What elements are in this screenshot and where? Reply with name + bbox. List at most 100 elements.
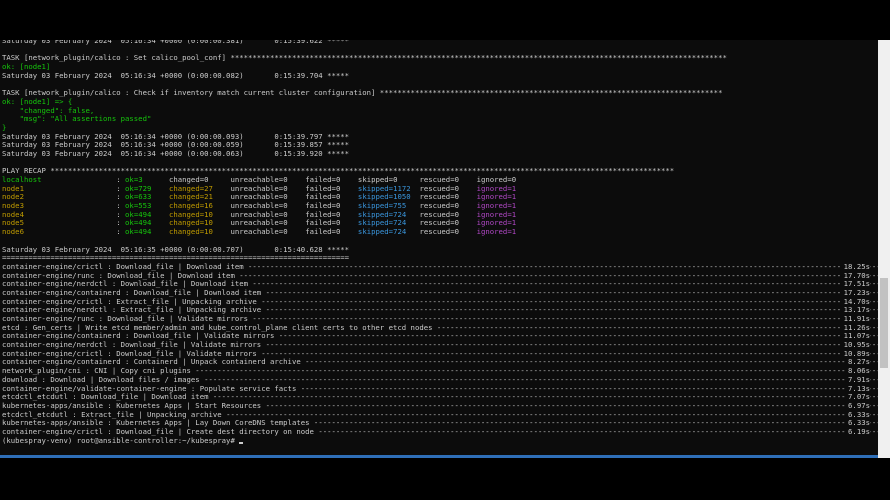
profile-leader: ----------------------------------------… <box>300 384 878 393</box>
profile-duration: 8.06s <box>845 367 870 376</box>
profile-duration: 10.89s <box>840 349 870 359</box>
profile-row: kubernetes-apps/ansible : Kubernetes App… <box>2 419 878 428</box>
profile-duration: 11.26s <box>840 323 870 333</box>
profile-leader: ----------------------------------------… <box>252 280 878 289</box>
profile-leader: ----------------------------------------… <box>265 401 878 410</box>
recap-skipped: skipped=724 <box>357 227 411 237</box>
recap-rescued: rescued=0 <box>419 227 459 237</box>
recap-unreachable: unreachable=0 <box>230 175 288 184</box>
text-cursor <box>239 441 244 444</box>
recap-skipped: skipped=724 <box>357 218 411 228</box>
recap-unreachable: unreachable=0 <box>230 218 288 228</box>
recap-ignored: ignored=1 <box>476 218 517 228</box>
profile-row: container-engine/nerdctl : Extract_file … <box>2 306 878 315</box>
profile-duration: 7.91s <box>845 375 870 385</box>
profile-leader: ----------------------------------------… <box>265 341 878 350</box>
recap-host: node2 <box>2 192 117 202</box>
profile-task: container-engine/nerdctl : Download_file… <box>2 280 253 289</box>
profile-row: container-engine/containerd : Download_f… <box>2 288 878 298</box>
output-line: TASK [network_plugin/calico : Set calico… <box>2 54 878 63</box>
recap-host: node5 <box>2 218 117 228</box>
profile-duration: 14.70s <box>840 297 870 307</box>
profile-row: container-engine/crictl : Extract_file |… <box>2 297 878 307</box>
recap-ignored: ignored=0 <box>476 175 517 184</box>
output-text: TASK [network_plugin/calico : Check if i… <box>2 88 723 98</box>
output-text: "msg": "All assertions passed" <box>2 114 152 124</box>
output-text: Saturday 03 February 2024 05:16:35 +0000… <box>2 244 350 254</box>
recap-rescued: rescued=0 <box>419 201 459 211</box>
profile-duration: 17.70s <box>840 271 870 281</box>
profile-row: container-engine/validate-container-engi… <box>2 384 878 394</box>
profile-leader: ----------------------------------------… <box>318 427 878 436</box>
output-line: "msg": "All assertions passed" <box>2 114 878 124</box>
output-text: "changed": false, <box>2 105 95 115</box>
profile-duration: 11.07s <box>840 332 870 342</box>
profile-duration: 6.97s <box>845 401 870 411</box>
profile-leader: ----------------------------------------… <box>239 271 878 280</box>
profile-row: download : Download | Download files / i… <box>2 375 878 385</box>
recap-skipped: skipped=1050 <box>357 192 411 202</box>
profile-row: network_plugin/cni : CNI | Copy cni plug… <box>2 367 878 376</box>
profile-task: kubernetes-apps/ansible : Kubernetes App… <box>2 401 266 410</box>
output-text: ok: [node1] <box>2 62 51 72</box>
output-text: } <box>2 122 7 132</box>
recap-rescued: rescued=0 <box>419 183 459 193</box>
profile-leader: ----------------------------------------… <box>313 419 878 428</box>
recap-changed: changed=0 <box>168 175 213 184</box>
profile-duration: 13.17s <box>840 306 870 315</box>
output-line: Saturday 03 February 2024 05:16:34 +0000… <box>2 70 878 81</box>
recap-failed: failed=0 <box>305 183 341 193</box>
recap-ok: ok=494 <box>125 227 152 237</box>
profile-leader: ----------------------------------------… <box>436 323 878 332</box>
profile-duration: 17.23s <box>840 288 870 298</box>
recap-changed: changed=10 <box>168 218 213 228</box>
terminal-window[interactable]: Saturday 03 February 2024 05:16:34 +0000… <box>0 40 879 458</box>
output-text: PLAY RECAP *****************************… <box>2 166 675 176</box>
output-text: ========================================… <box>2 253 350 263</box>
profile-duration: 8.27s <box>845 358 870 368</box>
output-text: Saturday 03 February 2024 05:16:34 +0000… <box>2 70 350 80</box>
output-line: ========================================… <box>2 253 878 263</box>
recap-host: node6 <box>2 227 117 237</box>
recap-row: node6 : ok=494 changed=10 unreachable=0 … <box>2 227 517 237</box>
scrollbar-thumb[interactable] <box>880 278 888 368</box>
profile-duration: 10.95s <box>840 341 870 350</box>
profile-task: container-engine/crictl : Download_file … <box>2 349 262 358</box>
vertical-scrollbar[interactable] <box>878 40 890 458</box>
profile-row: kubernetes-apps/ansible : Kubernetes App… <box>2 401 878 411</box>
output-line: ok: [node1] => { <box>2 97 878 107</box>
profile-duration: 6.33s <box>845 410 870 420</box>
profile-task: etcdctl_etcdutl : Extract_file | Unpacki… <box>2 410 227 419</box>
profile-leader: ----------------------------------------… <box>265 288 878 297</box>
profile-duration: 7.07s <box>845 393 870 402</box>
prompt-text: (kubespray-venv) root@ansible-controller… <box>2 435 240 445</box>
profile-row: container-engine/nerdctl : Download_file… <box>2 280 878 289</box>
profile-leader: ----------------------------------------… <box>226 410 878 419</box>
recap-ok: ok=494 <box>125 218 152 228</box>
recap-ok: ok=553 <box>125 201 152 211</box>
profile-task: container-engine/runc : Download_file | … <box>2 271 240 280</box>
recap-changed: changed=10 <box>168 209 213 219</box>
recap-failed: failed=0 <box>305 192 341 202</box>
profile-task: container-engine/containerd : Download_f… <box>2 332 279 341</box>
profile-row: container-engine/containerd : Download_f… <box>2 332 878 342</box>
profile-row: etcdctl_etcdutl : Extract_file | Unpacki… <box>2 410 878 420</box>
profile-row: etcdctl_etcdutl : Download_file | Downlo… <box>2 393 878 402</box>
profile-task: container-engine/runc : Download_file | … <box>2 315 253 323</box>
output-line: Saturday 03 February 2024 05:16:34 +0000… <box>2 149 878 159</box>
recap-failed: failed=0 <box>305 201 341 211</box>
profile-duration: 11.91s <box>840 315 870 324</box>
profile-duration: 18.25s <box>840 262 870 272</box>
recap-failed: failed=0 <box>305 175 341 184</box>
profile-duration: 6.19s <box>845 427 870 437</box>
recap-host: localhost <box>2 175 117 184</box>
recap-unreachable: unreachable=0 <box>230 183 288 193</box>
profile-duration: 17.51s <box>840 280 870 289</box>
profile-leader: ----------------------------------------… <box>212 393 878 402</box>
recap-skipped: skipped=1172 <box>357 183 411 193</box>
output-line: TASK [network_plugin/calico : Check if i… <box>2 88 878 98</box>
profile-task: container-engine/containerd : Download_f… <box>2 288 266 297</box>
profile-leader: ----------------------------------------… <box>195 367 878 376</box>
recap-unreachable: unreachable=0 <box>230 209 288 219</box>
recap-ignored: ignored=1 <box>476 192 517 202</box>
